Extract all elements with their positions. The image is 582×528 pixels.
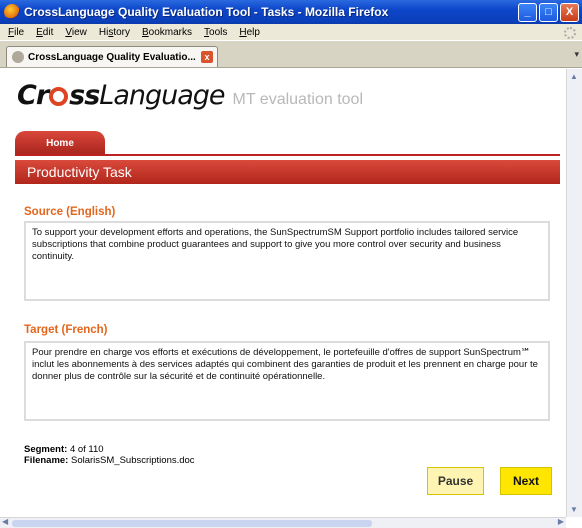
filename-value: SolarisSM_Subscriptions.doc: [71, 455, 195, 466]
close-window-button[interactable]: X: [560, 2, 579, 22]
scroll-up-icon[interactable]: ▲: [570, 72, 578, 81]
horizontal-scroll-thumb[interactable]: [12, 520, 372, 527]
tab-list-arrow-icon[interactable]: ▾: [574, 49, 579, 60]
throbber-icon: [564, 27, 576, 39]
logo-tagline: MT evaluation tool: [232, 91, 363, 108]
menu-tools[interactable]: Tools: [198, 27, 233, 38]
scroll-right-icon[interactable]: ▶: [558, 517, 564, 526]
menu-help[interactable]: Help: [233, 27, 266, 38]
segment-info: Segment: 4 of 110 Filename: SolarisSM_Su…: [24, 444, 195, 466]
source-text: To support your development efforts and …: [32, 227, 519, 262]
page-viewport: Cr ss Language MT evaluation tool Home Pro…: [0, 69, 566, 517]
menu-history[interactable]: History: [93, 27, 136, 38]
tab-close-icon[interactable]: x: [201, 51, 213, 63]
target-text[interactable]: Pour prendre en charge vos efforts et ex…: [32, 347, 542, 383]
menu-bookmarks[interactable]: Bookmarks: [136, 27, 198, 38]
firefox-icon: [4, 4, 20, 20]
menu-view[interactable]: View: [59, 27, 93, 38]
menu-bar: File Edit View History Bookmarks Tools H…: [0, 24, 582, 40]
target-text-box[interactable]: Pour prendre en charge vos efforts et ex…: [24, 341, 550, 421]
target-label: Target (French): [24, 324, 108, 336]
minimize-button[interactable]: _: [518, 2, 537, 22]
crosslanguage-logo: Cr ss Language MT evaluation tool: [17, 80, 363, 111]
scroll-down-icon[interactable]: ▼: [570, 505, 578, 514]
scroll-left-icon[interactable]: ◀: [2, 517, 8, 526]
next-button[interactable]: Next: [500, 467, 552, 495]
menu-file[interactable]: File: [2, 27, 30, 38]
logo-o-ring-icon: [49, 87, 69, 106]
main-nav: Home: [15, 123, 566, 156]
segment-label: Segment:: [24, 444, 68, 455]
maximize-button[interactable]: □: [539, 2, 558, 22]
segment-value: 4 of 110: [69, 444, 104, 455]
source-text-box: To support your development efforts and …: [24, 221, 550, 301]
vertical-scrollbar[interactable]: ▲ ▼: [566, 69, 582, 517]
nav-home-tab[interactable]: Home: [15, 131, 105, 155]
nav-divider: [15, 154, 560, 156]
source-label: Source (English): [24, 206, 116, 218]
pause-button[interactable]: Pause: [427, 467, 484, 495]
page-title: Productivity Task: [15, 160, 560, 184]
window-title: CrossLanguage Quality Evaluation Tool - …: [24, 5, 389, 19]
filename-label: Filename:: [24, 455, 69, 466]
browser-tab[interactable]: CrossLanguage Quality Evaluatio... x: [6, 46, 218, 67]
window-controls: _ □ X: [518, 2, 579, 22]
horizontal-scrollbar[interactable]: ◀ ▶: [0, 517, 566, 528]
browser-tab-label: CrossLanguage Quality Evaluatio...: [28, 51, 196, 63]
favicon-icon: [12, 51, 24, 63]
window-titlebar: CrossLanguage Quality Evaluation Tool - …: [0, 0, 582, 24]
menu-edit[interactable]: Edit: [30, 27, 59, 38]
tab-bar: CrossLanguage Quality Evaluatio... x: [0, 40, 582, 68]
